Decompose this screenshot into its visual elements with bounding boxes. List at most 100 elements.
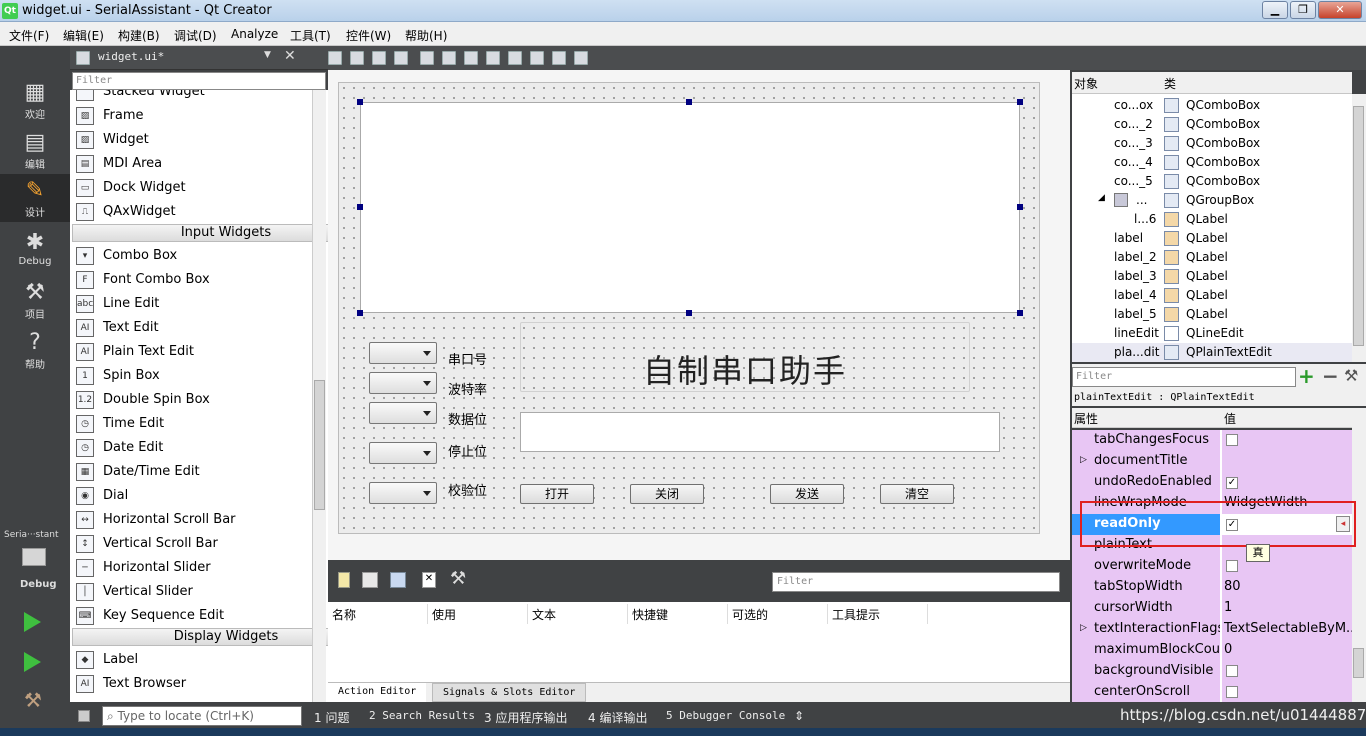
property-row[interactable]: undoRedoEnabled ✓ xyxy=(1072,472,1352,493)
open-file-name[interactable]: widget.ui* xyxy=(98,50,164,63)
category-input-widgets[interactable]: Input Widgets xyxy=(72,224,328,242)
copy-action-icon[interactable] xyxy=(362,572,378,588)
tree-row[interactable]: label QLabel xyxy=(1072,229,1352,248)
tree-row[interactable]: co..._5 QComboBox xyxy=(1072,172,1352,191)
col-value[interactable]: 值 xyxy=(1224,410,1236,427)
pane-compile-output[interactable]: 4 编译输出 xyxy=(588,709,647,726)
scroll-thumb[interactable] xyxy=(314,380,325,510)
tree-row[interactable]: co..._3 QComboBox xyxy=(1072,134,1352,153)
new-action-icon[interactable] xyxy=(338,572,350,588)
widget-item[interactable]: ─ Horizontal Slider xyxy=(70,556,310,580)
selection-handle[interactable] xyxy=(1017,99,1023,105)
widget-item[interactable]: ▤ MDI Area xyxy=(70,152,310,176)
configure-wrench-icon[interactable]: ⚒ xyxy=(450,568,466,589)
expand-arrow-icon[interactable]: ▷ xyxy=(1080,623,1087,633)
widget-item[interactable]: Stacked Widget xyxy=(70,90,310,104)
splitter-vertical-icon[interactable] xyxy=(486,51,500,65)
widget-item[interactable]: ⎍ QAxWidget xyxy=(70,200,310,224)
toggle-sidebar-icon[interactable] xyxy=(78,710,90,722)
tree-row[interactable]: label_3 QLabel xyxy=(1072,267,1352,286)
property-row[interactable]: tabStopWidth 80 xyxy=(1072,577,1352,598)
tree-row[interactable]: label_2 QLabel xyxy=(1072,248,1352,267)
checkbox-checked[interactable]: ✓ xyxy=(1226,477,1238,489)
property-row[interactable]: tabChangesFocus xyxy=(1072,430,1352,451)
property-row[interactable]: cursorWidth 1 xyxy=(1072,598,1352,619)
minimize-button[interactable]: ▁ xyxy=(1262,1,1288,19)
run-icon[interactable] xyxy=(24,612,41,632)
menu-analyze[interactable]: Analyze xyxy=(231,27,278,41)
widget-item[interactable]: F Font Combo Box xyxy=(70,268,310,292)
plain-text-edit-selected[interactable] xyxy=(360,102,1020,313)
menu-file[interactable]: 文件(F) xyxy=(9,27,49,44)
monitor-icon[interactable] xyxy=(22,548,46,566)
widget-item[interactable]: ◷ Date Edit xyxy=(70,436,310,460)
object-tree-scrollbar[interactable] xyxy=(1352,94,1366,362)
property-row[interactable]: backgroundVisible xyxy=(1072,661,1352,682)
widget-item[interactable]: ▦ Date/Time Edit xyxy=(70,460,310,484)
mode-projects[interactable]: ⚒ 项目 xyxy=(0,276,70,324)
remove-property-icon[interactable]: − xyxy=(1322,364,1339,388)
edit-buddies-icon[interactable] xyxy=(372,51,386,65)
tree-row[interactable]: lineEdit QLineEdit xyxy=(1072,324,1352,343)
widget-item[interactable]: ↔ Horizontal Scroll Bar xyxy=(70,508,310,532)
col-object[interactable]: 对象 xyxy=(1074,75,1098,92)
tree-row[interactable]: ◢... QGroupBox xyxy=(1072,191,1352,210)
widget-filter-input[interactable]: Filter xyxy=(72,72,326,90)
col-tooltip[interactable]: 工具提示 xyxy=(828,604,928,624)
menu-build[interactable]: 构建(B) xyxy=(118,27,160,44)
open-button[interactable]: 打开 xyxy=(520,484,594,504)
combo-port[interactable] xyxy=(369,342,437,364)
menu-debug[interactable]: 调试(D) xyxy=(174,27,217,44)
tree-row[interactable]: label_4 QLabel xyxy=(1072,286,1352,305)
widget-item[interactable]: ↕ Vertical Scroll Bar xyxy=(70,532,310,556)
property-row[interactable]: centerOnScroll xyxy=(1072,682,1352,702)
combo-baud[interactable] xyxy=(369,372,437,394)
close-button[interactable]: ✕ xyxy=(1318,1,1362,19)
adjust-size-icon[interactable] xyxy=(574,51,588,65)
delete-action-icon[interactable]: ✕ xyxy=(422,572,436,588)
checkbox-unchecked[interactable] xyxy=(1226,434,1238,446)
selection-handle[interactable] xyxy=(357,204,363,210)
col-name[interactable]: 名称 xyxy=(328,604,428,624)
tree-row[interactable]: co..._4 QComboBox xyxy=(1072,153,1352,172)
add-property-icon[interactable]: + xyxy=(1298,364,1315,388)
action-filter-input[interactable]: Filter xyxy=(772,572,1060,592)
pane-debugger-console[interactable]: 5 Debugger Console xyxy=(666,709,785,722)
checkbox-unchecked[interactable] xyxy=(1226,560,1238,572)
widget-item[interactable]: │ Vertical Slider xyxy=(70,580,310,604)
scroll-thumb[interactable] xyxy=(1353,106,1364,346)
debug-run-icon[interactable] xyxy=(24,652,41,672)
widget-item[interactable]: ▾ Combo Box xyxy=(70,244,310,268)
combo-parity[interactable] xyxy=(369,482,437,504)
selection-handle[interactable] xyxy=(357,99,363,105)
combo-databits[interactable] xyxy=(369,402,437,424)
widget-item[interactable]: 1.2 Double Spin Box xyxy=(70,388,310,412)
menu-tools[interactable]: 工具(T) xyxy=(290,27,331,44)
mode-edit[interactable]: ▤ 编辑 xyxy=(0,126,70,174)
property-row[interactable]: ▷ textInteractionFlags TextSelectableByM..… xyxy=(1072,619,1352,640)
col-text[interactable]: 文本 xyxy=(528,604,628,624)
pane-search-results[interactable]: 2 Search Results xyxy=(369,709,475,722)
widget-box-scrollbar[interactable] xyxy=(312,90,326,702)
collapse-arrow-icon[interactable]: ◢ xyxy=(1098,193,1105,203)
widget-item[interactable]: ▨ Frame xyxy=(70,104,310,128)
pane-app-output[interactable]: 3 应用程序输出 xyxy=(484,709,567,726)
pane-issues[interactable]: 1 问题 xyxy=(314,709,349,726)
property-row[interactable]: overwriteMode xyxy=(1072,556,1352,577)
edit-tab-order-icon[interactable] xyxy=(394,51,408,65)
splitter-horizontal-icon[interactable] xyxy=(464,51,478,65)
file-dropdown-icon[interactable]: ▼ xyxy=(264,50,271,60)
col-property[interactable]: 属性 xyxy=(1074,410,1098,427)
property-row[interactable]: ▷ documentTitle xyxy=(1072,451,1352,472)
send-button[interactable]: 发送 xyxy=(770,484,844,504)
property-filter-input[interactable]: Filter xyxy=(1072,367,1296,387)
tree-row[interactable]: co..._2 QComboBox xyxy=(1072,115,1352,134)
category-display-widgets[interactable]: Display Widgets xyxy=(72,628,328,646)
widget-item[interactable]: ◆ Label xyxy=(70,648,310,672)
mode-help[interactable]: ? 帮助 xyxy=(0,326,70,374)
widget-item[interactable]: AI Text Browser xyxy=(70,672,310,696)
mode-design[interactable]: ✎ 设计 xyxy=(0,174,70,222)
tree-row[interactable]: co...ox QComboBox xyxy=(1072,96,1352,115)
expand-arrow-icon[interactable]: ▷ xyxy=(1080,455,1087,465)
col-shortcut[interactable]: 快捷键 xyxy=(628,604,728,624)
